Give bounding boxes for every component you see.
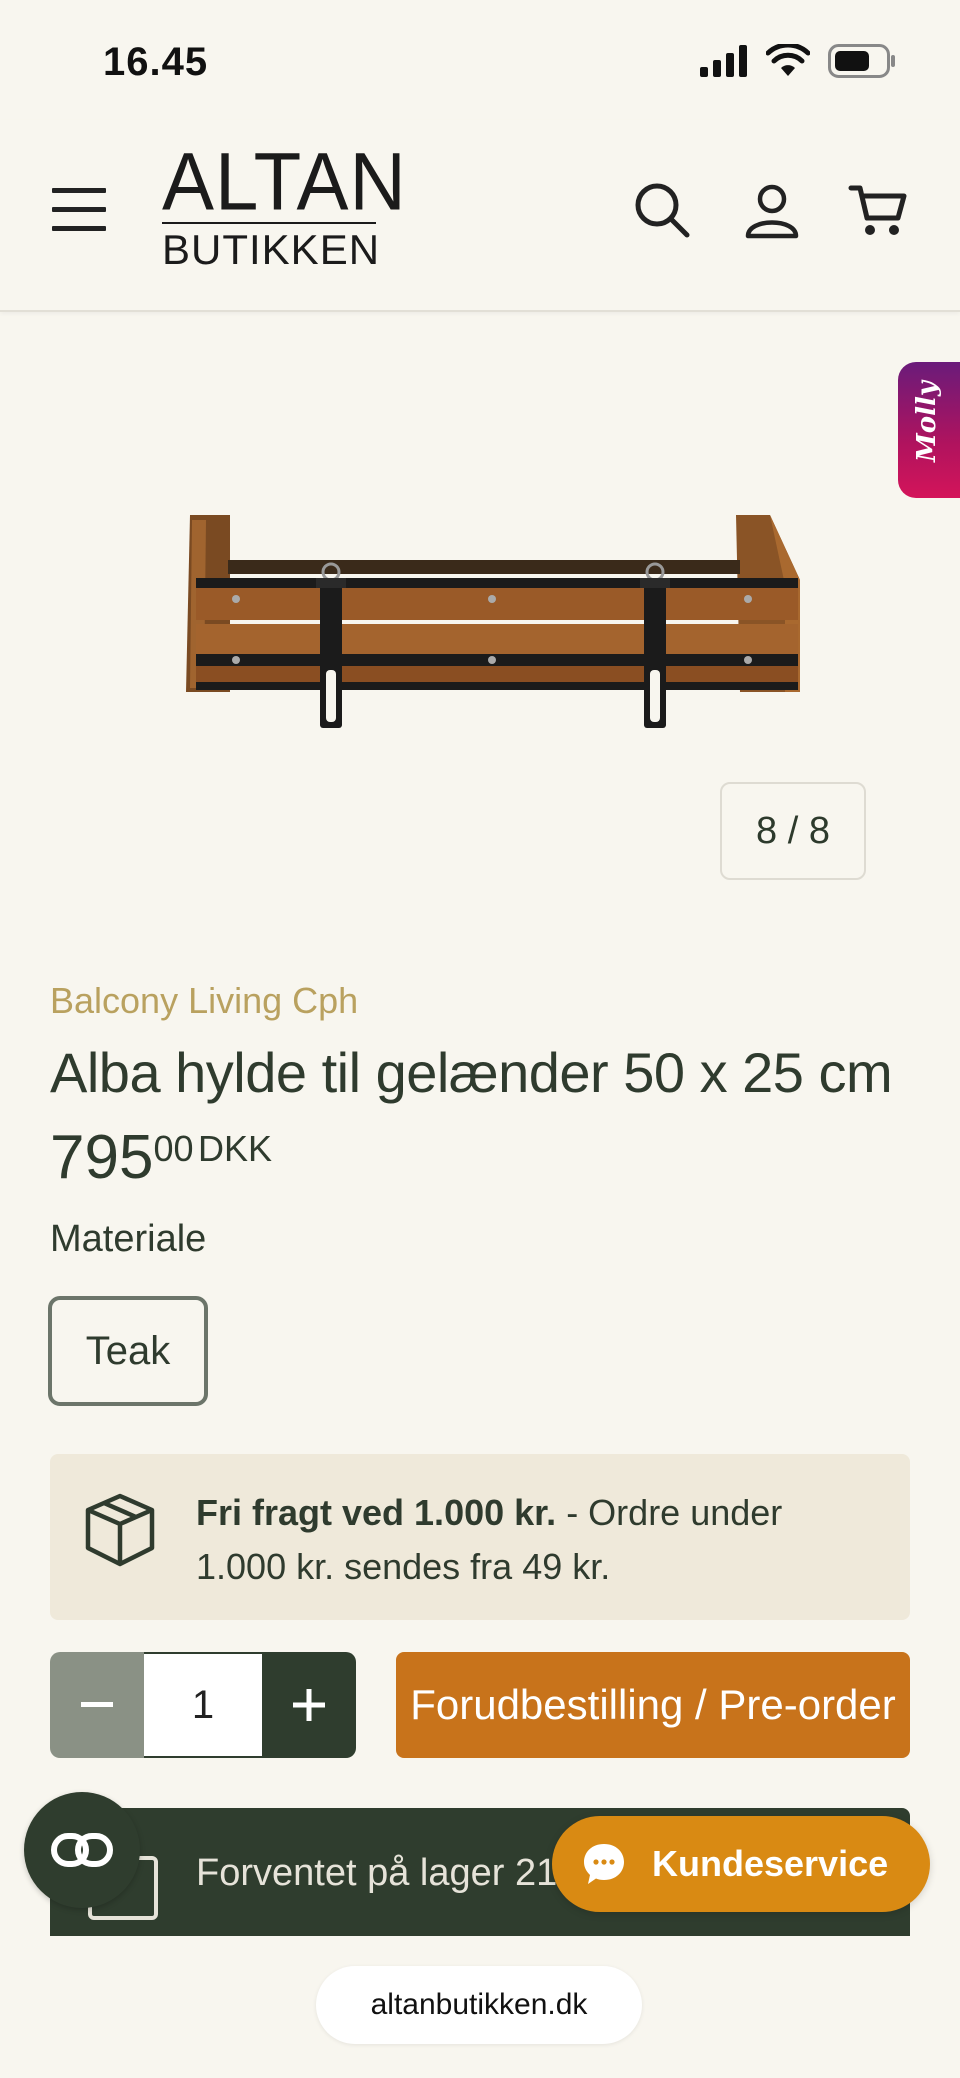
logo-bottom-text: BUTIKKEN [162,226,381,273]
quantity-stepper: 1 [50,1652,356,1758]
account-icon[interactable] [742,180,802,240]
status-bar: 16.45 [0,0,960,120]
loyalty-widget-button[interactable] [24,1792,140,1908]
quantity-input[interactable]: 1 [144,1652,262,1758]
signal-icon [700,45,747,77]
search-icon[interactable] [632,180,692,240]
preorder-button[interactable]: Forudbestilling / Pre-order [396,1652,910,1758]
menu-icon[interactable] [52,188,106,232]
status-icons [700,44,896,78]
status-time: 16.45 [103,40,209,84]
loop-icon [51,1833,113,1867]
price-main: 795 [50,1123,154,1192]
chat-bubble-icon [584,1844,624,1884]
browser-url-bar[interactable]: altanbutikken.dk [316,1966,642,2044]
site-header: ALTAN BUTIKKEN [0,120,960,312]
logo[interactable]: ALTAN BUTIKKEN [162,134,407,273]
price-cents: 00 [153,1128,194,1169]
option-label: Materiale [50,1218,207,1260]
customer-service-label: Kundeservice [652,1843,889,1884]
price-currency: DKK [197,1128,272,1169]
box-icon [85,1493,155,1567]
logo-top-text: ALTAN [162,134,407,228]
product-price: 79500 DKK [50,1122,272,1193]
wifi-icon [766,44,810,76]
shipping-bold: Fri fragt ved 1.000 kr. [196,1492,557,1533]
quantity-minus-button[interactable] [50,1652,144,1758]
battery-icon [828,44,895,78]
option-teak-button[interactable]: Teak [48,1296,208,1406]
minus-icon [81,1702,113,1707]
product-title: Alba hylde til gelænder 50 x 25 cm [50,1041,893,1104]
customer-service-button[interactable]: Kundeservice [552,1816,930,1912]
plus-icon [293,1689,325,1721]
product-brand[interactable]: Balcony Living Cph [50,980,358,1022]
shipping-info: Fri fragt ved 1.000 kr. - Ordre under 1.… [50,1454,910,1620]
quantity-plus-button[interactable] [262,1652,356,1758]
gallery-counter: 8 / 8 [720,782,866,880]
shipping-text: Fri fragt ved 1.000 kr. - Ordre under 1.… [196,1486,876,1594]
cart-icon[interactable] [848,180,908,240]
